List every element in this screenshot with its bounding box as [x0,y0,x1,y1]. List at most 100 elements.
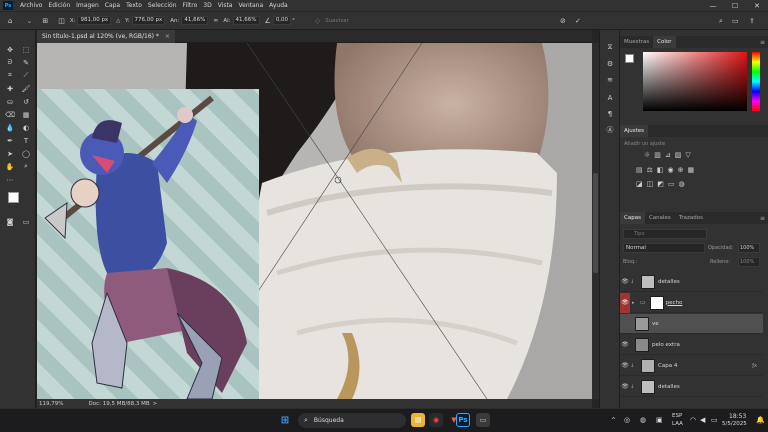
menu-capa[interactable]: Capa [102,2,123,9]
language-line-1[interactable]: ESP [672,413,682,419]
commit-transform-icon[interactable]: ✓ [575,17,581,25]
close-button[interactable]: ✕ [746,0,768,11]
path-selection-tool-icon[interactable]: ➤ [4,148,16,159]
hue-sat-icon[interactable]: ▤ [636,166,643,176]
channel-mixer-icon[interactable]: ⊕ [678,166,684,176]
adjustments-title[interactable]: Ajustes [620,125,649,137]
layer-name[interactable]: pelo extra [652,342,680,348]
share-icon[interactable]: ⇪ [749,17,755,25]
chrome-icon[interactable]: ◉ [429,413,443,427]
eraser-tool-icon[interactable]: ⌫ [4,109,16,120]
type-tool-icon[interactable]: T [20,135,32,146]
opacity-field[interactable]: 100% [738,243,760,253]
layer-name[interactable]: Capa 4 [658,363,677,369]
move-tool-icon[interactable]: ✥ [4,44,16,55]
visibility-eye-icon[interactable]: 👁 [620,278,630,285]
clock-date[interactable]: 5/5/2025 [722,421,747,427]
layer-mask-thumbnail[interactable] [649,295,664,310]
invert-icon[interactable]: ◪ [636,180,643,190]
wifi-icon[interactable]: ◠ [690,416,696,424]
language-line-2[interactable]: LAA [672,421,683,427]
color-fg-swatch[interactable] [625,54,634,63]
posterize-icon[interactable]: ◫ [647,180,654,190]
gradient-tool-icon[interactable]: ▦ [20,109,32,120]
home-icon[interactable]: ⌂ [8,17,12,25]
blur-tool-icon[interactable]: 💧 [4,122,16,133]
layer-row[interactable]: 👁 ↓ detalles [620,377,763,397]
file-explorer-icon[interactable]: ▤ [411,413,425,427]
character-panel-icon[interactable]: A [604,92,616,103]
visibility-eye-icon[interactable]: 👁 [620,362,630,369]
menu-texto[interactable]: Texto [123,2,145,9]
menu-ayuda[interactable]: Ayuda [266,2,291,9]
properties-panel-icon[interactable]: ⚙ [604,58,616,69]
width-field[interactable]: 41,66% [181,16,209,25]
zoom-tool-icon[interactable]: ⌕ [20,161,32,172]
maximize-button[interactable]: ☐ [724,0,746,11]
brightness-icon[interactable]: ☼ [644,151,650,161]
menu-ventana[interactable]: Ventana [235,2,266,9]
search-icon[interactable]: ⌕ [719,17,723,26]
tab-canales[interactable]: Canales [645,212,675,224]
clock-time[interactable]: 18:53 [729,413,746,420]
fx-icon[interactable]: ƒx [752,363,757,369]
eyedropper-tool-icon[interactable]: ⟋ [20,70,32,81]
x-field[interactable]: 981,00 px [77,16,112,25]
height-field[interactable]: 41,66% [232,16,260,25]
cancel-transform-icon[interactable]: ⊘ [560,17,566,25]
notifications-icon[interactable]: 🔔 [756,416,765,424]
spot-healing-tool-icon[interactable]: ✚ [4,83,16,94]
quick-select-tool-icon[interactable]: ✎ [20,57,32,68]
hue-slider[interactable] [752,52,760,111]
exposure-icon[interactable]: ▨ [675,151,682,161]
gradient-map-icon[interactable]: ▭ [668,180,675,190]
brush-tool-icon[interactable]: 🖌 [20,83,32,94]
discord-icon[interactable]: ◍ [640,416,646,424]
photo-filter-icon[interactable]: ◉ [668,166,674,176]
layer-row[interactable]: 👁 ↓ Capa 4 ƒx [620,356,763,376]
interpolation-icon[interactable]: ◇ [315,17,320,25]
interpolation-label[interactable]: Suavizar [325,18,349,24]
fill-field[interactable]: 100% [738,257,760,267]
windows-start-icon[interactable]: ⊞ [278,413,292,427]
photoshop-taskbar-icon[interactable]: Ps [456,413,470,427]
layer-row[interactable]: 👁 pelo extra [620,335,763,355]
triangle-icon[interactable]: △ [116,18,120,24]
menu-vista[interactable]: Vista [215,2,236,9]
menu-seleccion[interactable]: Selección [145,2,180,9]
battery-icon[interactable]: ▭ [711,416,718,424]
edit-toolbar-icon[interactable]: ⋯ [4,174,16,185]
layer-row-selected[interactable]: ve [620,314,763,334]
hand-tool-icon[interactable]: ✋ [4,161,16,172]
layers-panel-menu-icon[interactable]: ≡ [760,215,765,222]
dropdown-arrow-icon[interactable]: ⌄ [26,17,32,25]
libraries-panel-icon[interactable]: ≋ [604,74,616,85]
history-panel-icon[interactable]: ⧖ [604,42,616,53]
curves-icon[interactable]: ⊿ [665,151,671,161]
color-balance-icon[interactable]: ⚖ [647,166,653,176]
tab-trazados[interactable]: Trazados [675,212,707,224]
document-tab[interactable]: Sin título-1.psd al 120% (ve, RGB/16) * … [37,30,175,43]
color-panel-menu-icon[interactable]: ≡ [760,39,765,46]
history-brush-tool-icon[interactable]: ↺ [20,96,32,107]
selective-color-icon[interactable]: ◍ [679,180,685,190]
black-white-icon[interactable]: ◧ [657,166,664,176]
marquee-tool-icon[interactable]: ⬚ [20,44,32,55]
scroll-thumb[interactable] [593,173,598,273]
menu-3d[interactable]: 3D [200,2,214,9]
levels-icon[interactable]: ▥ [654,151,661,161]
blend-mode-select[interactable]: Normal [623,243,705,253]
angle-field[interactable]: 0,00 [272,16,292,25]
volume-icon[interactable]: ◀ [700,416,705,424]
vibrance-icon[interactable]: ▽ [685,151,690,161]
tray-overflow-icon[interactable]: ^ [611,417,616,424]
menu-archivo[interactable]: Archivo [17,2,45,9]
layer-name[interactable]: detalles [658,279,680,285]
color-picker-field[interactable] [643,52,747,111]
layer-row[interactable]: 👁 ▸ ▭ pecho [620,292,763,313]
app-window-icon[interactable]: ▭ [476,413,490,427]
glyph-panel-icon[interactable]: Ⓐ [604,124,616,135]
tab-muestras[interactable]: Muestras [620,36,653,48]
clone-stamp-tool-icon[interactable]: ⛀ [4,96,16,107]
layer-name[interactable]: detalles [658,384,680,390]
